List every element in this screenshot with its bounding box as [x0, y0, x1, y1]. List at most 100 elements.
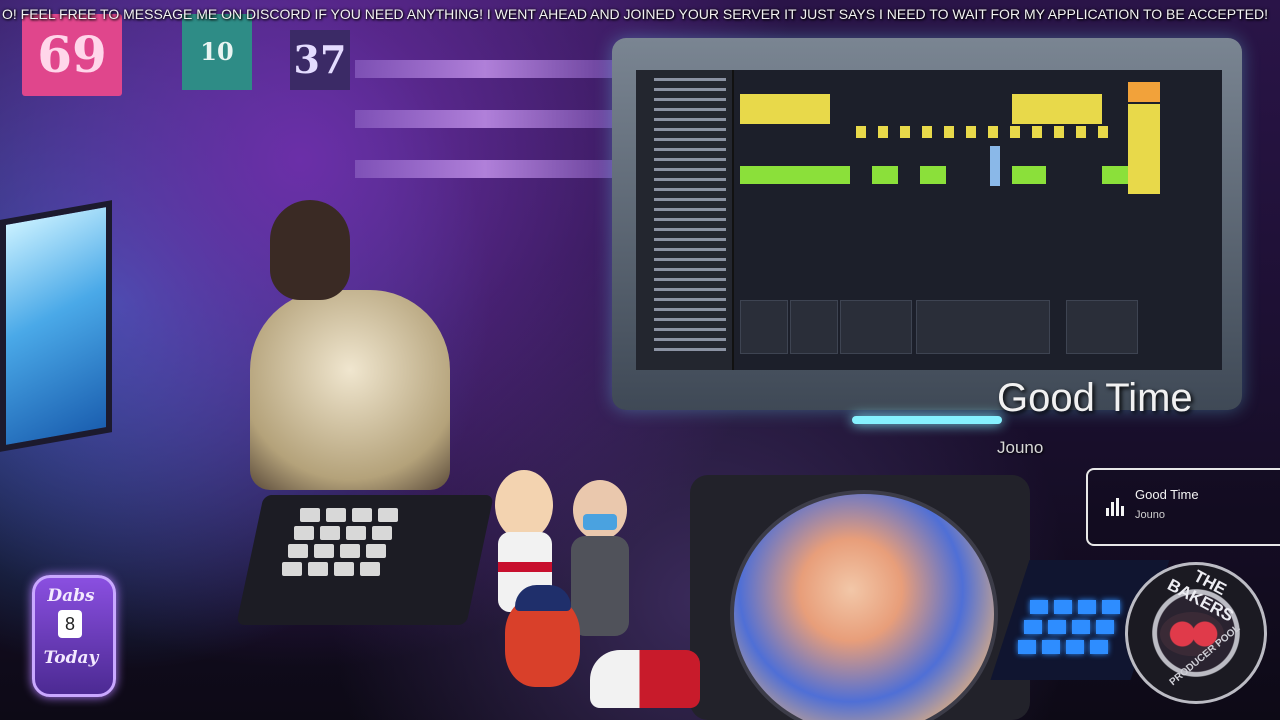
audio-bars-icon — [1106, 498, 1126, 516]
daw-track — [654, 248, 726, 251]
launchpad-pad — [1042, 640, 1060, 654]
daw-track — [654, 268, 726, 271]
daw-track — [654, 278, 726, 281]
daw-device — [790, 300, 838, 354]
daw-clip — [1102, 166, 1128, 184]
drum-pad — [326, 508, 346, 522]
daw-clip — [1054, 126, 1064, 138]
daw-track — [654, 338, 726, 341]
daw-track — [654, 318, 726, 321]
drum-pad — [288, 544, 308, 558]
daw-track — [654, 308, 726, 311]
daw-track — [654, 88, 726, 91]
drum-pad — [320, 526, 340, 540]
daw-track — [654, 128, 726, 131]
launchpad-pad — [1024, 620, 1042, 634]
daw-clip — [1012, 94, 1102, 124]
daw-track — [654, 238, 726, 241]
daw-track — [654, 98, 726, 101]
launchpad-pad — [1090, 640, 1108, 654]
sneaker-figure — [590, 650, 700, 708]
daw-clip — [878, 126, 888, 138]
daw-device — [1066, 300, 1138, 354]
stream-scene: 69 10 37 O! FEEL FREE TO MESSAGE ME ON D… — [0, 0, 1280, 720]
daw-clip — [1128, 104, 1160, 194]
daw-track — [654, 138, 726, 141]
daw-device — [740, 300, 788, 354]
drum-pad — [352, 508, 372, 522]
daw-clip — [1012, 166, 1046, 184]
launchpad-pad — [1066, 640, 1084, 654]
drum-pad — [346, 526, 366, 540]
daw-clip — [872, 166, 898, 184]
launchpad-pad — [1054, 600, 1072, 614]
now-playing-card-title: Good Time — [1135, 487, 1199, 502]
launchpad-pad — [1030, 600, 1048, 614]
daw-device — [916, 300, 1050, 354]
daw-clip — [1032, 126, 1042, 138]
frame-glow — [852, 416, 1002, 424]
drum-pad — [340, 544, 360, 558]
drum-pad — [366, 544, 386, 558]
left-monitor — [0, 200, 112, 452]
daw-track — [654, 208, 726, 211]
daw-clip — [740, 166, 850, 184]
daw-track — [654, 198, 726, 201]
drum-pad — [372, 526, 392, 540]
jersey-37: 37 — [290, 30, 350, 90]
launchpad-pad — [1096, 620, 1114, 634]
daw-track — [654, 228, 726, 231]
daw-clip — [1128, 82, 1160, 102]
chat-ticker: O! FEEL FREE TO MESSAGE ME ON DISCORD IF… — [2, 6, 1268, 22]
drum-pad — [300, 508, 320, 522]
daw-track — [654, 148, 726, 151]
launchpad-pad — [1018, 640, 1036, 654]
today-label: Today — [43, 648, 99, 668]
drum-pad — [294, 526, 314, 540]
turntable-platter — [730, 490, 998, 720]
daw-clip — [856, 126, 866, 138]
drum-pad — [378, 508, 398, 522]
sneaker-shelf — [355, 160, 615, 178]
launchpad-pad — [1078, 600, 1096, 614]
daw-track — [654, 288, 726, 291]
streamer-head — [270, 200, 350, 300]
drum-pad — [308, 562, 328, 576]
daw-track — [654, 168, 726, 171]
now-playing-artist: Jouno — [997, 438, 1044, 457]
daw-device — [840, 300, 912, 354]
daw-clip — [900, 126, 910, 138]
daw-clip — [990, 146, 1000, 186]
daw-clip — [1076, 126, 1086, 138]
daw-track — [654, 258, 726, 261]
daw-clip — [1098, 126, 1108, 138]
daw-track — [654, 78, 726, 81]
launchpad-pad — [1072, 620, 1090, 634]
drum-pad — [282, 562, 302, 576]
daw-clip — [920, 166, 946, 184]
streamer — [230, 200, 470, 500]
daw-track — [654, 178, 726, 181]
launchpad-pad — [1048, 620, 1066, 634]
daw-track — [654, 118, 726, 121]
daw-clip — [988, 126, 998, 138]
daw-clip — [944, 126, 954, 138]
daw-track — [654, 348, 726, 351]
daw-track — [654, 218, 726, 221]
mascot-figure — [505, 585, 580, 695]
dabs-label: Dabs — [47, 586, 95, 606]
sneaker-shelf — [355, 110, 615, 128]
daw-clip — [922, 126, 932, 138]
launchpad-pad — [1102, 600, 1120, 614]
daw-screen — [636, 70, 1222, 370]
daw-clip — [966, 126, 976, 138]
daw-track — [654, 188, 726, 191]
sneaker-shelf — [355, 60, 615, 78]
dabs-count: 8 — [58, 610, 82, 638]
now-playing-card-artist: Jouno — [1135, 509, 1165, 521]
now-playing-title: Good Time — [997, 376, 1193, 420]
daw-track-list — [636, 70, 734, 370]
daw-track — [654, 298, 726, 301]
drum-pad — [360, 562, 380, 576]
daw-track — [654, 108, 726, 111]
